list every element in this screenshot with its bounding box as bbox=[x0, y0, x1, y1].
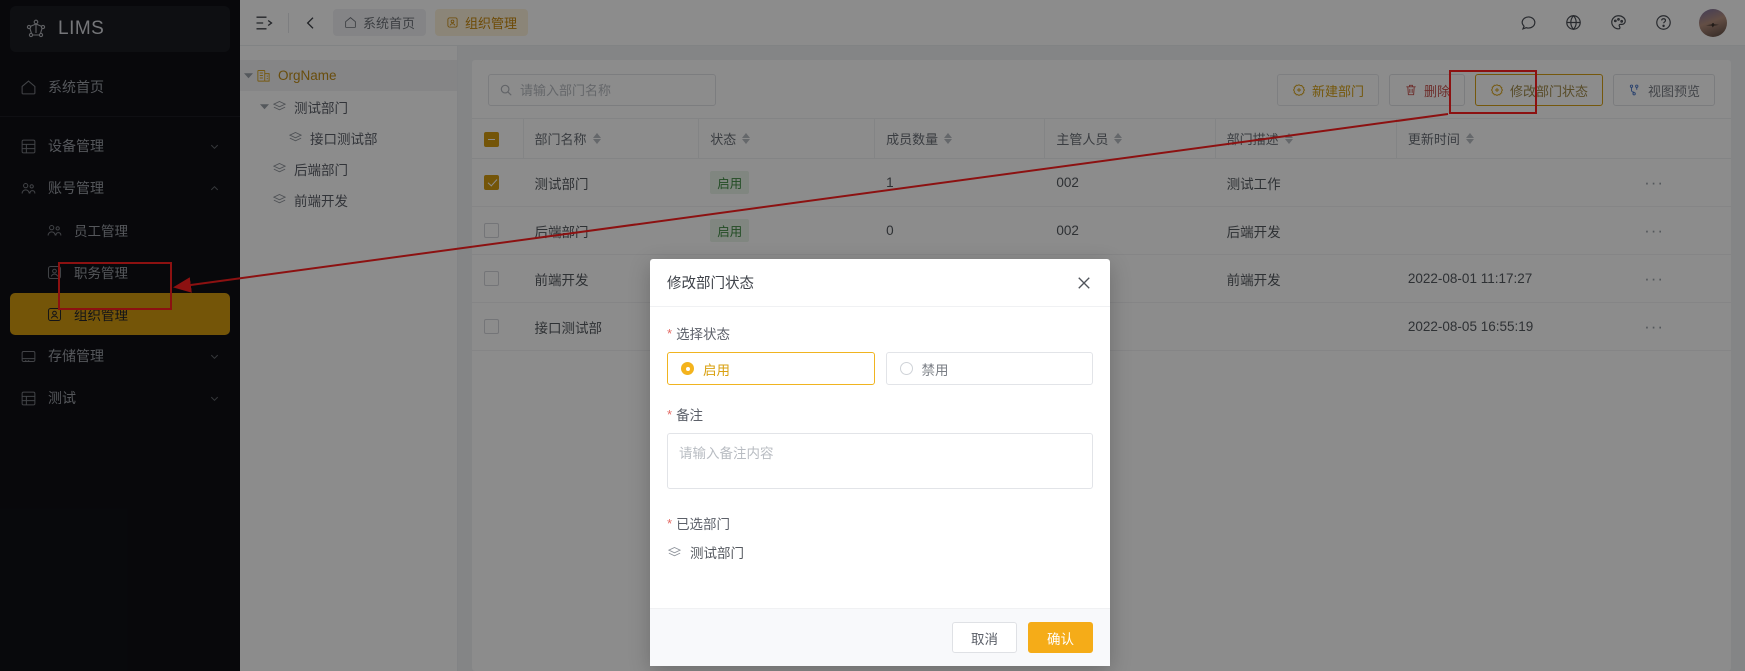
radio-option-disabled[interactable]: 禁用 bbox=[885, 352, 1093, 385]
required-asterisk: * bbox=[667, 515, 673, 531]
radio-option-enabled[interactable]: 启用 bbox=[667, 352, 875, 385]
radio-dot bbox=[899, 362, 913, 375]
modal-body: * 选择状态 启用 禁用 * 备注 * 已选部门 bbox=[650, 307, 1110, 608]
modify-status-modal: 修改部门状态 * 选择状态 启用 禁用 * 备注 请输入备注内容 * 已选部门 … bbox=[650, 259, 1110, 666]
modal-title: 修改部门状态 bbox=[667, 276, 754, 292]
close-icon[interactable] bbox=[1075, 274, 1093, 292]
field-label-selected-dept: * 已选部门 bbox=[667, 513, 1093, 533]
required-asterisk: * bbox=[667, 406, 673, 422]
radio-label: 禁用 bbox=[921, 362, 949, 378]
remark-textarea[interactable] bbox=[667, 433, 1093, 489]
field-label-remark: * 备注 bbox=[667, 404, 1093, 424]
cancel-button[interactable]: 取消 bbox=[952, 622, 1017, 653]
radio-dot bbox=[681, 362, 694, 375]
modal-footer: 取消 确认 bbox=[650, 608, 1110, 666]
modal-header: 修改部门状态 bbox=[650, 259, 1110, 307]
layers-icon bbox=[667, 546, 682, 556]
app-root: LIMS 系统首页 设备管理 账号管理 员工管理 职务管理 组织管理 存储管理 … bbox=[0, 0, 1745, 671]
field-label-state: * 选择状态 bbox=[667, 323, 1093, 343]
confirm-button[interactable]: 确认 bbox=[1028, 622, 1093, 653]
state-radio-group: 启用 禁用 bbox=[667, 352, 1093, 385]
selected-department-label: 测试部门 bbox=[690, 546, 744, 561]
modal-spacer bbox=[667, 562, 1093, 598]
label-text: 已选部门 bbox=[676, 517, 731, 532]
required-asterisk: * bbox=[667, 325, 673, 341]
selected-department-item: 测试部门 bbox=[667, 542, 1093, 562]
label-text: 备注 bbox=[676, 408, 704, 423]
radio-label: 启用 bbox=[703, 362, 730, 378]
label-text: 选择状态 bbox=[676, 327, 731, 342]
